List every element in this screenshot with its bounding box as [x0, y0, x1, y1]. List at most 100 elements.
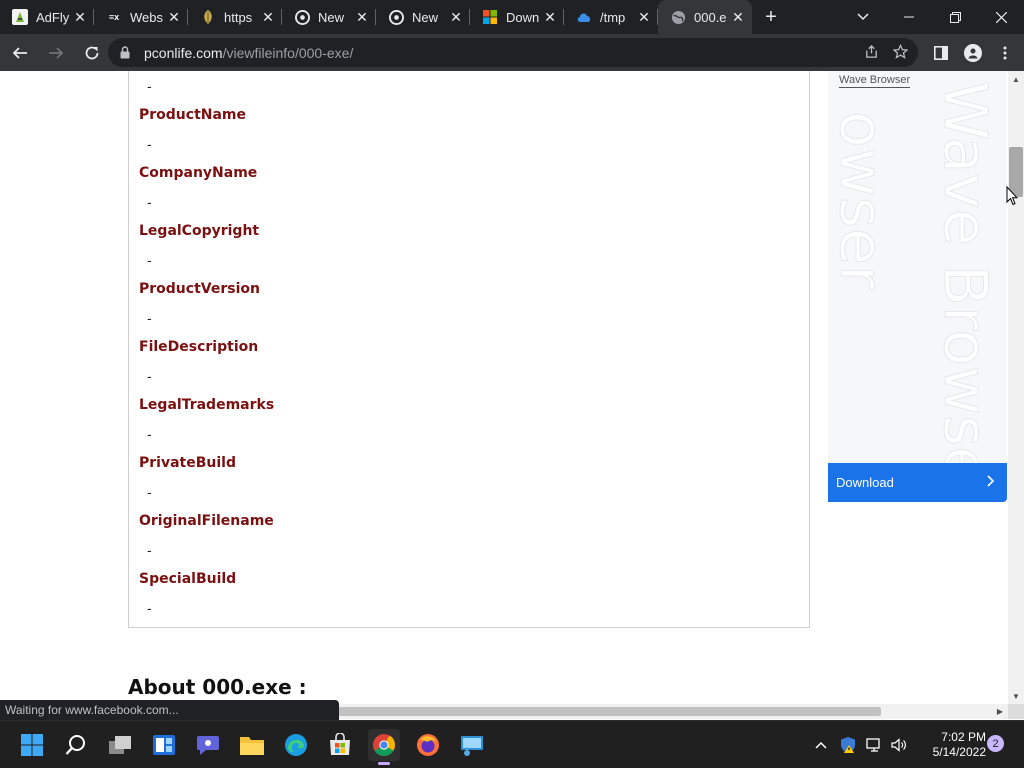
tab-title: AdFly	[36, 9, 70, 25]
edge-browser-icon[interactable]	[280, 729, 312, 761]
field-value: -	[147, 136, 152, 152]
task-view-icon[interactable]	[104, 729, 136, 761]
back-arrow-icon[interactable]	[4, 37, 36, 69]
chevron-right-icon	[987, 474, 995, 490]
profile-avatar-icon[interactable]	[964, 43, 982, 62]
windows-taskbar: 7:02 PM 5/14/2022	[0, 720, 1024, 768]
close-tab-icon[interactable]: ✕	[72, 9, 88, 25]
field-label-originalfilename: OriginalFilename	[139, 513, 274, 529]
tab-new-1[interactable]: New ✕	[282, 0, 376, 34]
mouse-cursor-icon	[1006, 186, 1018, 206]
ad-watermark-text: owser	[828, 111, 897, 291]
share-icon[interactable]	[864, 44, 879, 62]
globe-icon	[670, 9, 686, 25]
scroll-up-arrow-icon[interactable]: ▲	[1008, 71, 1024, 87]
close-tab-icon[interactable]: ✕	[542, 9, 558, 25]
field-value: -	[147, 310, 152, 326]
search-icon[interactable]	[60, 729, 92, 761]
chrome-icon	[294, 9, 310, 25]
teams-chat-icon[interactable]	[192, 729, 224, 761]
scroll-down-arrow-icon[interactable]: ▼	[1008, 688, 1024, 704]
ad-brand-link[interactable]: Wave Browser	[839, 74, 911, 88]
minimize-icon[interactable]	[886, 0, 932, 34]
close-window-icon[interactable]	[978, 0, 1024, 34]
ad-download-label: Download	[836, 475, 894, 490]
scroll-right-arrow-icon[interactable]: ▶	[994, 704, 1006, 719]
tab-title: New	[412, 9, 439, 25]
ad-download-button[interactable]: Download	[828, 463, 1007, 502]
field-value: -	[147, 426, 152, 442]
file-version-info-box: - ProductName - CompanyName - LegalCopyr…	[128, 71, 810, 628]
side-panel-icon[interactable]	[925, 37, 957, 69]
tab-https[interactable]: https ✕	[188, 0, 282, 34]
field-value: -	[147, 194, 152, 210]
close-tab-icon[interactable]: ✕	[354, 9, 370, 25]
lock-icon[interactable]	[120, 46, 134, 60]
close-tab-icon[interactable]: ✕	[166, 9, 182, 25]
status-bubble: Waiting for www.facebook.com...	[0, 700, 339, 720]
tab-000-exe[interactable]: 000.e ✕	[658, 0, 752, 34]
field-label-specialbuild: SpecialBuild	[139, 571, 237, 587]
network-app-icon[interactable]	[456, 729, 488, 761]
windows-start-icon[interactable]	[16, 729, 48, 761]
tab-strip: AdFly ✕ ≡x Webs ✕ https ✕ New ✕ New ✕ Do…	[0, 0, 1024, 34]
notification-badge[interactable]: 2	[987, 735, 1004, 752]
security-shield-warning-icon[interactable]	[840, 721, 858, 769]
close-tab-icon[interactable]: ✕	[448, 9, 464, 25]
tab-adfly[interactable]: AdFly ✕	[0, 0, 94, 34]
field-label-filedescription: FileDescription	[139, 339, 259, 355]
microsoft-icon	[482, 9, 498, 25]
field-label-legalcopyright: LegalCopyright	[139, 223, 260, 239]
tab-title: New	[318, 9, 345, 25]
tab-title: https	[224, 9, 253, 25]
close-tab-icon[interactable]: ✕	[730, 9, 746, 25]
leaf-icon	[200, 9, 216, 25]
active-app-indicator	[378, 762, 390, 765]
tab-search-chevron-icon[interactable]	[848, 0, 878, 34]
chrome-icon	[388, 9, 404, 25]
chrome-taskbar-icon[interactable]	[368, 729, 400, 765]
network-icon[interactable]	[866, 721, 884, 769]
vertical-scrollbar[interactable]: ▲ ▼	[1008, 71, 1024, 704]
ad-banner[interactable]: Wave Browser Wave Browser owser	[828, 71, 1007, 463]
forward-arrow-icon[interactable]	[40, 37, 72, 69]
tab-webs[interactable]: ≡x Webs ✕	[94, 0, 188, 34]
kebab-menu-icon[interactable]	[989, 37, 1021, 69]
field-label-privatebuild: PrivateBuild	[139, 455, 236, 471]
field-value: -	[147, 484, 152, 500]
tab-tmp[interactable]: /tmp ✕	[564, 0, 658, 34]
tab-title: Webs	[130, 9, 163, 25]
horizontal-scroll-thumb[interactable]	[338, 707, 881, 716]
taskbar-clock[interactable]: 7:02 PM 5/14/2022	[918, 730, 986, 760]
about-heading: About 000.exe :	[128, 675, 307, 699]
close-tab-icon[interactable]: ✕	[636, 9, 652, 25]
browser-toolbar: pconlife.com/viewfileinfo/000-exe/	[0, 34, 1024, 71]
tab-download[interactable]: Down ✕	[470, 0, 564, 34]
field-label-productname: ProductName	[139, 107, 247, 123]
bookmark-star-icon[interactable]	[892, 43, 909, 62]
tab-new-2[interactable]: New ✕	[376, 0, 470, 34]
field-value: -	[147, 600, 152, 616]
field-label-productversion: ProductVersion	[139, 281, 260, 297]
microsoft-store-icon[interactable]	[324, 729, 356, 761]
reload-icon[interactable]	[76, 37, 108, 69]
volume-icon[interactable]	[891, 721, 909, 769]
file-explorer-icon[interactable]	[236, 729, 268, 761]
firefox-icon[interactable]	[412, 729, 444, 761]
close-tab-icon[interactable]: ✕	[260, 9, 276, 25]
scrollbar-corner	[1008, 704, 1024, 719]
restore-icon[interactable]	[932, 0, 978, 34]
cloud-icon	[576, 9, 592, 25]
address-bar[interactable]: pconlife.com/viewfileinfo/000-exe/	[108, 38, 918, 67]
tab-title: 000.e	[694, 9, 727, 25]
clock-time: 7:02 PM	[941, 730, 986, 744]
url-path: /viewfileinfo/000-exe/	[222, 44, 354, 61]
field-value: -	[147, 252, 152, 268]
clock-date: 5/14/2022	[932, 745, 986, 759]
widgets-icon[interactable]	[148, 729, 180, 761]
field-value: -	[147, 78, 152, 94]
page-viewport: - ProductName - CompanyName - LegalCopyr…	[0, 71, 1008, 704]
tray-overflow-chevron-icon[interactable]	[815, 721, 832, 769]
new-tab-button[interactable]: +	[756, 0, 786, 34]
url-text: pconlife.com/viewfileinfo/000-exe/	[144, 45, 353, 61]
